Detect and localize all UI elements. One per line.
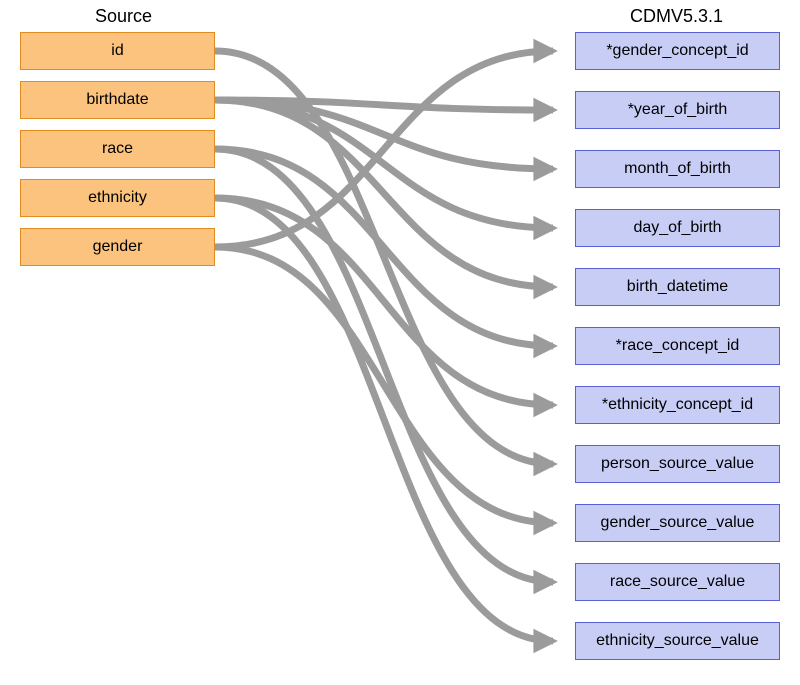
mapping-diagram: { "titles": { "left": "Source", "right":… [0, 0, 800, 685]
source-node-ethnicity-label: ethnicity [88, 189, 147, 207]
target-node-birth_datetime-label: birth_datetime [627, 278, 728, 296]
source-node-id-label: id [111, 42, 123, 60]
link-gender-to-gender_concept_id [215, 51, 553, 247]
target-node-race_source_value-label: race_source_value [610, 573, 745, 591]
target-node-gender_concept_id: *gender_concept_id [575, 32, 780, 70]
source-node-id: id [20, 32, 215, 70]
link-ethnicity-to-ethnicity_source_value [215, 198, 553, 641]
source-node-birthdate-label: birthdate [86, 91, 148, 109]
target-column-title: CDMV5.3.1 [630, 6, 723, 27]
target-node-month_of_birth-label: month_of_birth [624, 160, 731, 178]
target-node-gender_source_value-label: gender_source_value [601, 514, 755, 532]
target-node-ethnicity_source_value: ethnicity_source_value [575, 622, 780, 660]
target-node-person_source_value-label: person_source_value [601, 455, 754, 473]
target-node-year_of_birth-label: *year_of_birth [628, 101, 728, 119]
target-node-ethnicity_source_value-label: ethnicity_source_value [596, 632, 759, 650]
source-node-birthdate: birthdate [20, 81, 215, 119]
target-node-race_source_value: race_source_value [575, 563, 780, 601]
source-column-title: Source [95, 6, 152, 27]
link-birthdate-to-month_of_birth [215, 100, 553, 169]
target-node-gender_concept_id-label: *gender_concept_id [606, 42, 748, 60]
source-node-gender-label: gender [93, 238, 143, 256]
source-node-gender: gender [20, 228, 215, 266]
target-node-person_source_value: person_source_value [575, 445, 780, 483]
source-node-race-label: race [102, 140, 133, 158]
link-id-to-person_source_value [215, 51, 553, 464]
link-birthdate-to-birth_datetime [215, 100, 553, 287]
target-node-month_of_birth: month_of_birth [575, 150, 780, 188]
target-node-race_concept_id: *race_concept_id [575, 327, 780, 365]
source-node-race: race [20, 130, 215, 168]
target-node-ethnicity_concept_id-label: *ethnicity_concept_id [602, 396, 753, 414]
link-birthdate-to-day_of_birth [215, 100, 553, 228]
target-node-day_of_birth: day_of_birth [575, 209, 780, 247]
source-node-ethnicity: ethnicity [20, 179, 215, 217]
link-gender-to-gender_source_value [215, 247, 553, 523]
target-node-ethnicity_concept_id: *ethnicity_concept_id [575, 386, 780, 424]
target-node-birth_datetime: birth_datetime [575, 268, 780, 306]
target-node-gender_source_value: gender_source_value [575, 504, 780, 542]
target-node-race_concept_id-label: *race_concept_id [616, 337, 740, 355]
link-birthdate-to-year_of_birth [215, 100, 553, 110]
target-node-day_of_birth-label: day_of_birth [633, 219, 721, 237]
link-race-to-race_concept_id [215, 149, 553, 346]
link-ethnicity-to-ethnicity_concept_id [215, 198, 553, 405]
link-race-to-race_source_value [215, 149, 553, 582]
target-node-year_of_birth: *year_of_birth [575, 91, 780, 129]
